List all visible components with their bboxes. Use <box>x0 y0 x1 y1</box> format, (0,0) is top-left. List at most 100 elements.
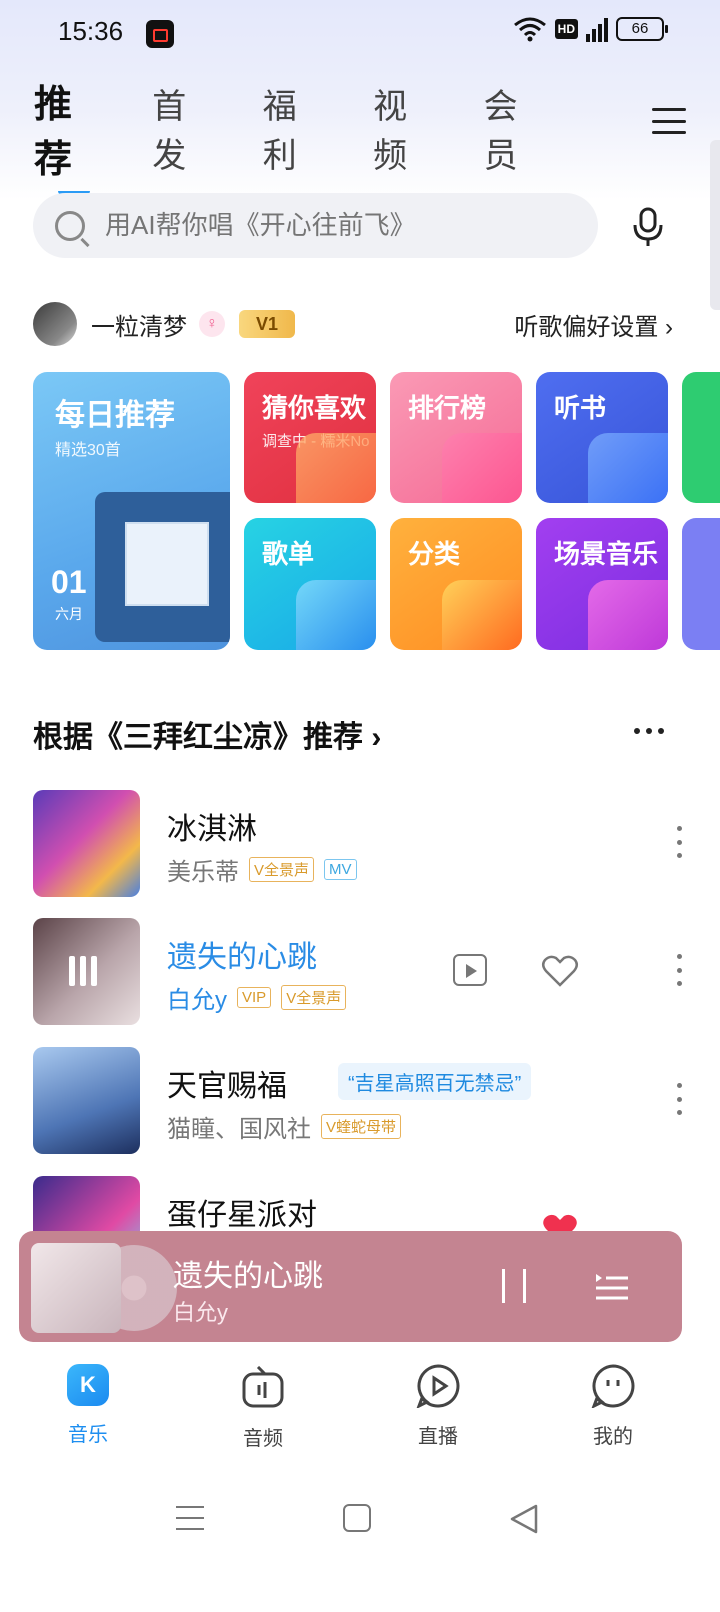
song-title: 冰淇淋 <box>167 813 257 846</box>
search-bar[interactable] <box>33 193 598 258</box>
song-title: 蛋仔星派对 <box>167 1199 317 1232</box>
player-title: 遗失的心跳 <box>173 1260 323 1293</box>
status-indicators: HD 66 <box>513 16 668 42</box>
mv-tag: MV <box>324 859 357 880</box>
song-more-icon[interactable] <box>677 954 683 986</box>
status-bar: 15:36 HD 66 <box>0 0 720 66</box>
video-play-icon[interactable] <box>453 954 487 986</box>
sofa-icon <box>588 580 668 650</box>
nav-music[interactable]: K 音乐 <box>28 1360 148 1447</box>
playlist-card[interactable]: 歌单 <box>244 518 376 650</box>
song-row[interactable]: 天官赐福 “吉星高照百无禁忌” 猫瞳、国风社 V蝰蛇母带 <box>33 1047 683 1155</box>
playlist-title: 歌单 <box>262 539 315 569</box>
guess-you-like-title: 猜你喜欢 <box>262 393 367 423</box>
song-artist[interactable]: 美乐蒂 <box>167 852 239 887</box>
player-artist: 白允y <box>173 1300 229 1325</box>
music-k-icon: K <box>67 1364 109 1406</box>
song-meta: 白允y VIP V全景声 <box>167 980 347 1015</box>
heart-shape-icon <box>296 433 376 503</box>
battery-indicator: 66 <box>616 17 668 41</box>
song-artist[interactable]: 猫瞳、国风社 <box>167 1109 311 1144</box>
daily-recommend-title: 每日推荐 <box>55 399 175 432</box>
gender-female-icon: ♀ <box>199 311 225 337</box>
surround-sound-tag: V全景声 <box>249 857 315 882</box>
song-cover <box>33 918 140 1025</box>
song-meta: 猫瞳、国风社 V蝰蛇母带 <box>167 1109 402 1144</box>
screen-record-icon <box>146 20 174 48</box>
user-name[interactable]: 一粒清梦 <box>91 307 187 342</box>
user-row: 一粒清梦 ♀ V1 听歌偏好设置 › <box>33 300 673 348</box>
song-more-icon[interactable] <box>677 826 683 858</box>
section-title[interactable]: 根据《三拜红尘凉》推荐 › <box>33 712 381 756</box>
vip-level-number: 1 <box>268 313 279 334</box>
song-row-playing[interactable]: 遗失的心跳 白允y VIP V全景声 <box>33 918 683 1026</box>
surround-sound-tag: V全景声 <box>281 985 347 1010</box>
song-cover <box>33 1047 140 1154</box>
master-tape-tag: V蝰蛇母带 <box>321 1114 402 1139</box>
category-card[interactable]: 分类 <box>390 518 522 650</box>
tab-membership[interactable]: 会员 <box>484 79 550 177</box>
player-artwork[interactable] <box>31 1243 177 1333</box>
tab-video[interactable]: 视频 <box>373 79 439 177</box>
heart-outline-icon[interactable] <box>541 954 579 988</box>
playlist-queue-icon[interactable] <box>595 1271 629 1301</box>
bar-chart-icon <box>442 433 522 503</box>
song-artist[interactable]: 白允y <box>167 980 227 1015</box>
disc-icon <box>296 580 376 650</box>
music-preference-link[interactable]: 听歌偏好设置 › <box>514 307 673 342</box>
song-meta: 美乐蒂 V全景声 MV <box>167 852 357 887</box>
song-title: 天官赐福 <box>167 1070 287 1103</box>
song-more-icon[interactable] <box>677 1083 683 1115</box>
tab-recommend[interactable]: 推荐 <box>34 73 108 195</box>
book-icon <box>588 433 668 503</box>
playing-pause-icon[interactable] <box>69 956 105 986</box>
bottom-navigation: K 音乐 音频 直播 我的 <box>0 1360 720 1460</box>
tab-welfare[interactable]: 福利 <box>263 79 329 177</box>
side-edge-handle <box>710 140 720 310</box>
hd-badge: HD <box>554 19 578 39</box>
category-title: 分类 <box>408 539 461 569</box>
radio-icon <box>242 1366 284 1408</box>
search-input[interactable] <box>105 210 565 241</box>
hamburger-menu-icon[interactable] <box>652 108 686 134</box>
audiobook-card[interactable]: 听书 <box>536 372 668 503</box>
song-title: 遗失的心跳 <box>167 941 317 974</box>
nav-live[interactable]: 直播 <box>378 1360 498 1449</box>
wifi-icon <box>513 17 546 42</box>
vip-tag: VIP <box>237 987 272 1008</box>
voice-search-icon[interactable] <box>632 205 666 247</box>
daily-recommend-card[interactable]: 每日推荐 精选30首 01 六月 <box>33 372 230 650</box>
more-card-partial[interactable] <box>682 372 720 503</box>
player-pause-icon[interactable] <box>502 1269 526 1303</box>
daily-month: 六月 <box>55 606 83 622</box>
song-row[interactable]: 冰淇淋 美乐蒂 V全景声 MV <box>33 790 683 898</box>
home-icon[interactable] <box>343 1504 371 1532</box>
ranking-card[interactable]: 排行榜 <box>390 372 522 503</box>
song-cover <box>33 790 140 897</box>
nav-audio[interactable]: 音频 <box>203 1360 323 1451</box>
more-card-partial-2[interactable] <box>682 518 720 650</box>
song-quote-badge: “吉星高照百无禁忌” <box>338 1063 532 1100</box>
ranking-title: 排行榜 <box>408 393 487 423</box>
nav-profile[interactable]: 我的 <box>553 1360 673 1449</box>
daily-day: 01 <box>51 564 87 600</box>
blocks-icon <box>442 580 522 650</box>
tab-premiere[interactable]: 首发 <box>152 79 218 177</box>
avatar[interactable] <box>33 302 77 346</box>
profile-face-icon <box>591 1364 635 1408</box>
nav-profile-label: 我的 <box>593 1426 633 1448</box>
scene-music-title: 场景音乐 <box>554 539 659 569</box>
status-time: 15:36 <box>58 16 124 46</box>
top-tabs: 推荐 首发 福利 视频 会员 <box>34 84 594 195</box>
mini-player[interactable]: 遗失的心跳 白允y <box>19 1231 682 1342</box>
search-icon <box>55 210 85 241</box>
back-icon[interactable] <box>510 1504 538 1534</box>
feature-grid: 每日推荐 精选30首 01 六月 猜你喜欢 调查中 - 糯米No 排行榜 听书 … <box>0 372 720 650</box>
player-cover <box>31 1243 121 1333</box>
scene-music-card[interactable]: 场景音乐 <box>536 518 668 650</box>
section-more-icon[interactable] <box>634 728 664 734</box>
guess-you-like-card[interactable]: 猜你喜欢 调查中 - 糯米No <box>244 372 376 503</box>
recent-apps-icon[interactable] <box>176 1506 204 1530</box>
vip-level-badge[interactable]: V1 <box>239 310 295 338</box>
daily-album-art <box>95 492 230 642</box>
